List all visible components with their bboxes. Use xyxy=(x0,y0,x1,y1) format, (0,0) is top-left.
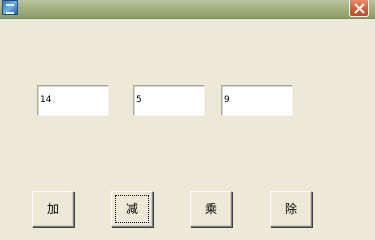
app-icon xyxy=(2,0,18,15)
subtract-button-label: 减 xyxy=(125,202,138,216)
subtract-button[interactable]: 减 xyxy=(111,191,153,227)
result-field[interactable]: 9 xyxy=(221,85,293,116)
close-icon xyxy=(354,3,365,14)
add-button-label: 加 xyxy=(46,202,59,216)
add-button[interactable]: 加 xyxy=(32,191,74,227)
title-bar[interactable] xyxy=(0,0,375,19)
close-button[interactable] xyxy=(349,0,369,17)
multiply-button-label: 乘 xyxy=(204,202,217,216)
divide-button[interactable]: 除 xyxy=(270,191,312,227)
divide-button-label: 除 xyxy=(284,202,297,216)
second-number-field[interactable]: 5 xyxy=(133,85,205,116)
multiply-button[interactable]: 乘 xyxy=(190,191,232,227)
first-number-field[interactable]: 14 xyxy=(37,85,109,116)
